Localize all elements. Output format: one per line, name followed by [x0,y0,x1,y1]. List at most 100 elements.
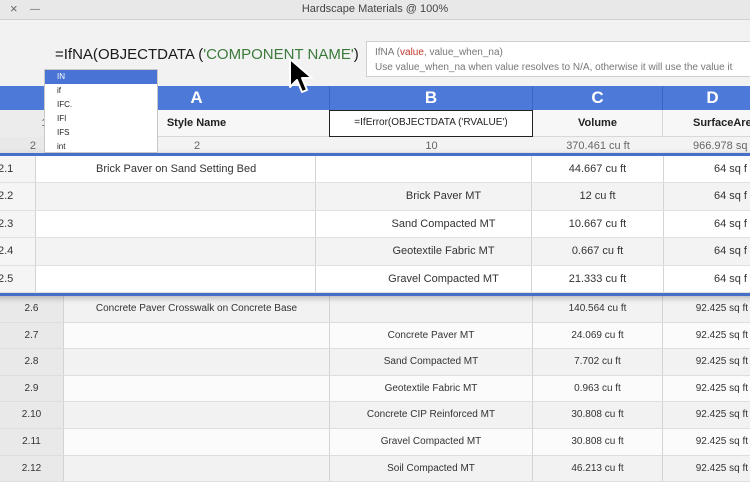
column-header-c[interactable]: C [533,86,663,110]
row-number[interactable]: 2.4 [0,238,36,265]
table-cell[interactable]: 30.808 cu ft [533,402,663,428]
table-row[interactable]: 2.11 Gravel Compacted MT 30.808 cu ft 92… [0,428,750,456]
table-cell[interactable]: 64 sq f [664,266,750,292]
table-cell[interactable]: Concrete Paver MT [330,322,533,349]
table-row[interactable]: 2.3 Sand Compacted MT 10.667 cu ft 64 sq… [0,210,750,239]
table-row[interactable]: 2.10 Concrete CIP Reinforced MT 30.808 c… [0,402,750,429]
table-cell[interactable]: Geotextile Fabric MT [330,375,533,402]
tooltip-arg1: value [400,47,424,58]
tooltip-args: , value_when_na) [423,47,503,58]
table-cell[interactable] [64,428,330,455]
row-number[interactable]: 2.5 [0,265,36,292]
table-row[interactable]: 2.12 Soil Compacted MT 46.213 cu ft 92.4… [0,455,750,482]
row-number[interactable]: 2.7 [0,322,64,349]
table-body: 2.6 Concrete Paver Crosswalk on Concrete… [0,296,750,482]
table-cell[interactable]: 7.702 cu ft [533,349,663,375]
autocomplete-option[interactable]: IFS [45,126,157,140]
table-cell[interactable]: 92.425 sq ft [663,296,750,322]
table-cell[interactable] [330,296,533,322]
table-cell[interactable]: Brick Paver MT [316,183,532,210]
row-number[interactable]: 2.6 [0,296,64,322]
tooltip-description: Use value_when_na when value resolves to… [375,62,733,73]
table-cell[interactable]: 0.667 cu ft [532,238,664,265]
table-cell[interactable]: 21.333 cu ft [532,265,664,292]
header-cell-surface-area[interactable]: SurfaceAre [663,110,750,137]
autocomplete-option[interactable]: IFI [45,112,157,126]
mouse-pointer-icon [289,58,313,93]
tooltip-fn-name: IfNA ( [375,47,401,58]
table-cell[interactable]: Soil Compacted MT [330,455,533,482]
row-number[interactable]: 2.11 [0,428,64,455]
row-number[interactable]: 2.10 [0,402,64,428]
table-cell[interactable]: 92.425 sq ft [663,376,750,402]
table-cell[interactable]: 92.425 sq ft [663,323,750,349]
table-row[interactable]: 2.2 Brick Paver MT 12 cu ft 64 sq f [0,183,750,211]
column-header-b[interactable]: B [330,86,533,110]
formula-suffix: ) [353,46,359,63]
autocomplete-option[interactable]: IN [45,70,157,84]
table-row[interactable]: 2.9 Geotextile Fabric MT 0.963 cu ft 92.… [0,375,750,403]
header-cell-volume[interactable]: Volume [533,110,663,137]
row-number[interactable]: 2.12 [0,455,64,482]
table-cell[interactable]: 64 sq f [664,156,750,182]
autocomplete-option[interactable]: int [45,140,157,152]
table-cell[interactable]: 64 sq f [664,183,750,209]
table-cell[interactable] [64,322,330,349]
table-cell[interactable]: Brick Paver on Sand Setting Bed [36,156,316,183]
autocomplete-option[interactable]: if [45,84,157,98]
table-cell[interactable] [64,349,330,375]
table-row[interactable]: 2.8 Sand Compacted MT 7.702 cu ft 92.425… [0,349,750,376]
table-cell[interactable]: 64 sq f [664,211,750,237]
row-number[interactable]: 2.1 [0,156,36,183]
table-cell[interactable]: 10.667 cu ft [532,210,664,238]
table-cell[interactable]: 64 sq f [664,238,750,264]
table-cell[interactable]: 10 [330,137,533,152]
table-cell[interactable] [36,265,316,292]
table-cell[interactable]: Concrete Paver Crosswalk on Concrete Bas… [64,296,330,322]
zoomed-row-group: 2.1 Brick Paver on Sand Setting Bed 44.6… [0,153,750,296]
table-cell[interactable]: Sand Compacted MT [316,210,532,238]
row-number[interactable]: 2.8 [0,349,64,375]
table-cell[interactable] [36,238,316,265]
formula-prefix: =IfNA( [55,46,98,63]
row-number[interactable]: 2.2 [0,183,36,210]
table-cell[interactable]: 92.425 sq ft [663,429,750,455]
row-number[interactable]: 2.9 [0,375,64,402]
table-cell[interactable]: 12 cu ft [532,183,664,210]
function-tooltip: IfNA (value, value_when_na) Use value_wh… [366,41,750,77]
formula-string: 'COMPONENT NAME' [203,46,354,63]
column-header-d[interactable]: D [663,86,750,110]
table-row[interactable]: 2.7 Concrete Paver MT 24.069 cu ft 92.42… [0,322,750,350]
autocomplete-option[interactable]: IFC. [45,98,157,112]
table-cell[interactable]: 92.425 sq ft [663,349,750,375]
row-number[interactable]: 2.3 [0,210,36,238]
autocomplete-dropdown[interactable]: IN if IFC. IFI IFS int [44,69,158,153]
table-cell[interactable] [64,402,330,428]
table-row[interactable]: 2.6 Concrete Paver Crosswalk on Concrete… [0,296,750,323]
table-cell[interactable]: 46.213 cu ft [533,455,663,482]
table-cell[interactable] [64,375,330,402]
table-cell[interactable]: 30.808 cu ft [533,428,663,455]
table-row[interactable]: 2.1 Brick Paver on Sand Setting Bed 44.6… [0,156,750,184]
table-cell[interactable] [36,210,316,238]
table-cell[interactable]: 370.461 cu ft [533,137,663,152]
table-cell[interactable]: 44.667 cu ft [532,156,664,183]
formula-fn: OBJECTDATA ( [97,46,204,63]
table-cell[interactable] [64,455,330,482]
table-cell[interactable] [36,183,316,210]
table-cell[interactable]: 92.425 sq ft [663,456,750,482]
table-cell[interactable]: Sand Compacted MT [330,349,533,375]
table-cell[interactable]: 140.564 cu ft [533,296,663,322]
table-cell[interactable]: 0.963 cu ft [533,375,663,402]
active-formula-cell[interactable]: =IfError(OBJECTDATA ('RVALUE') [329,110,533,137]
table-cell[interactable]: Concrete CIP Reinforced MT [330,402,533,428]
table-cell[interactable] [316,156,532,183]
table-row[interactable]: 2.5 Gravel Compacted MT 21.333 cu ft 64 … [0,265,750,293]
table-cell[interactable]: Gravel Compacted MT [330,428,533,455]
table-cell[interactable]: Geotextile Fabric MT [316,238,532,265]
table-cell[interactable]: 966.978 sq [663,137,750,152]
table-cell[interactable]: Gravel Compacted MT [316,265,532,292]
table-row[interactable]: 2.4 Geotextile Fabric MT 0.667 cu ft 64 … [0,238,750,266]
table-cell[interactable]: 24.069 cu ft [533,322,663,349]
table-cell[interactable]: 92.425 sq ft [663,402,750,428]
